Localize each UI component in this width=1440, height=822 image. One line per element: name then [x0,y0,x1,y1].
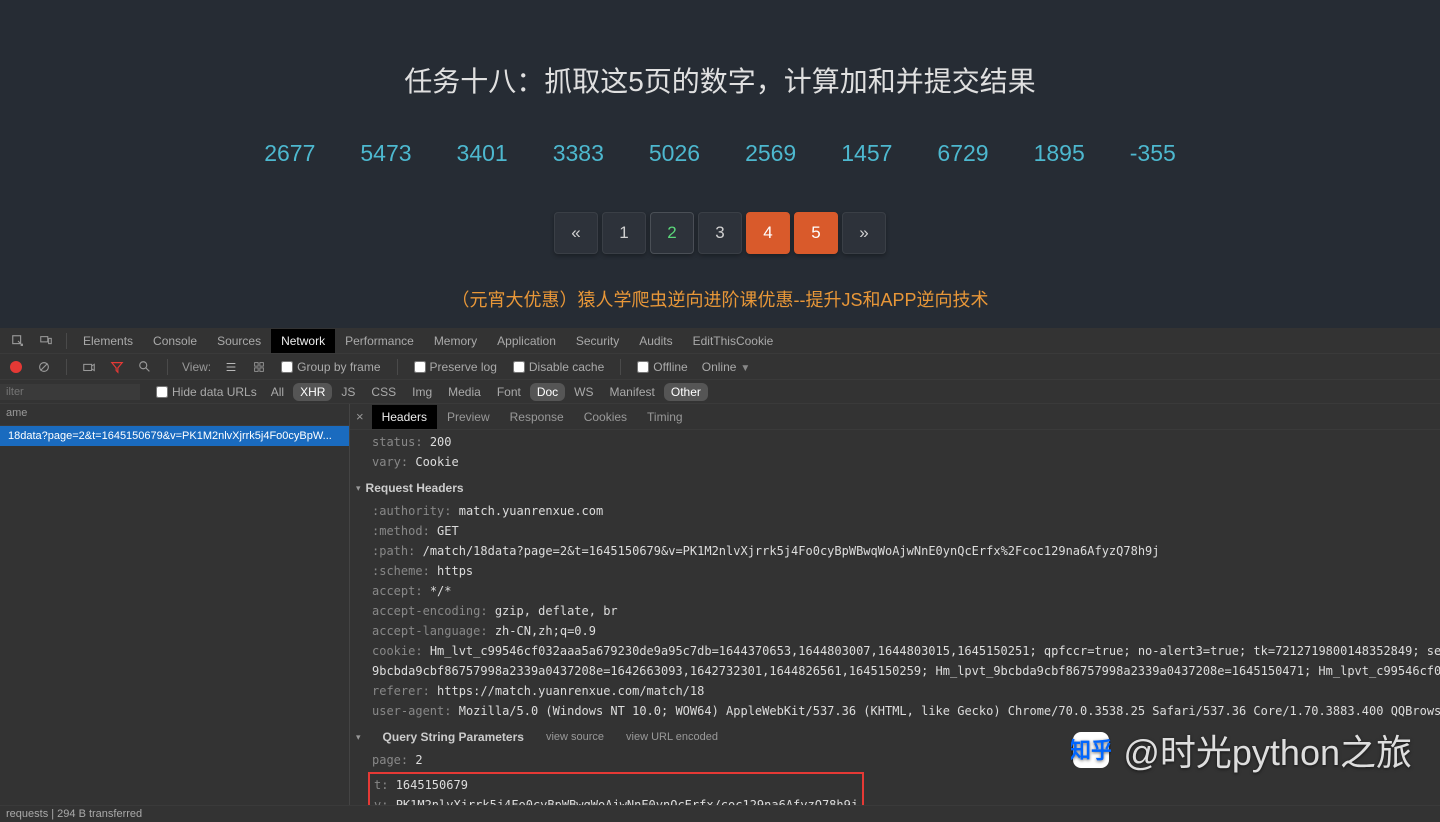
request-item[interactable]: 18data?page=2&t=1645150679&v=PK1M2nlvXjr… [0,426,349,446]
view-source-link[interactable]: view source [546,727,604,747]
filter-doc[interactable]: Doc [530,383,565,401]
number-item: 5473 [360,140,411,167]
pagination: « 1 2 3 4 5 » [0,212,1440,254]
separator [66,333,67,349]
network-toolbar: View: Group by frame Preserve log Disabl… [0,354,1440,380]
detail-tab-response[interactable]: Response [500,405,574,429]
page-5-button[interactable]: 5 [794,212,838,254]
number-item: 1895 [1034,140,1085,167]
filter-icon[interactable] [109,359,125,375]
header-line: :authority: match.yuanrenxue.com [360,501,1440,521]
tab-memory[interactable]: Memory [424,329,487,353]
devtools-panel: Elements Console Sources Network Perform… [0,328,1440,822]
devtools-tabbar: Elements Console Sources Network Perform… [0,328,1440,354]
header-line: accept-encoding: gzip, deflate, br [360,601,1440,621]
tab-performance[interactable]: Performance [335,329,424,353]
filter-manifest[interactable]: Manifest [603,383,662,401]
preserve-log-checkbox[interactable]: Preserve log [414,360,497,374]
request-headers-section[interactable]: Request Headers [356,478,1440,498]
page-2-button[interactable]: 2 [650,212,694,254]
filter-all[interactable]: All [264,383,291,401]
hide-data-urls-checkbox[interactable]: Hide data URLs [156,385,257,399]
header-line: :method: GET [360,521,1440,541]
header-line: :scheme: https [360,561,1440,581]
offline-checkbox[interactable]: Offline [637,360,687,374]
filter-input[interactable] [0,384,140,400]
header-line: 9bcbda9cbf86757998a2339a0437208e=1642663… [360,661,1440,681]
request-list-header: ame [0,404,349,426]
header-line: :path: /match/18data?page=2&t=1645150679… [360,541,1440,561]
search-icon[interactable] [137,359,153,375]
disable-cache-checkbox[interactable]: Disable cache [513,360,604,374]
numbers-row: 2677 5473 3401 3383 5026 2569 1457 6729 … [0,140,1440,167]
filter-css[interactable]: CSS [364,383,403,401]
separator [167,359,168,375]
tab-security[interactable]: Security [566,329,629,353]
filter-media[interactable]: Media [441,383,488,401]
separator [66,359,67,375]
number-item: 2569 [745,140,796,167]
clear-icon[interactable] [36,359,52,375]
filter-xhr[interactable]: XHR [293,383,332,401]
header-line: cookie: Hm_lvt_c99546cf032aaa5a679230de9… [360,641,1440,661]
header-line: accept: */* [360,581,1440,601]
page-next-button[interactable]: » [842,212,886,254]
detail-tab-cookies[interactable]: Cookies [574,405,637,429]
headers-content: status: 200 vary: Cookie Request Headers… [350,430,1440,805]
query-string-section[interactable]: Query String Parameters view source view… [356,727,1440,747]
filter-img[interactable]: Img [405,383,439,401]
detail-tab-timing[interactable]: Timing [637,405,693,429]
detail-tab-preview[interactable]: Preview [437,405,500,429]
inspect-icon[interactable] [10,333,26,349]
tab-sources[interactable]: Sources [207,329,271,353]
throttling-dropdown[interactable]: Online▼ [702,360,751,374]
header-line: referer: https://match.yuanrenxue.com/ma… [360,681,1440,701]
list-view-icon[interactable] [223,359,239,375]
filter-row: Hide data URLs All XHR JS CSS Img Media … [0,380,1440,404]
number-item: 6729 [937,140,988,167]
webpage-content: 任务十八：抓取这5页的数字，计算加和并提交结果 2677 5473 3401 3… [0,0,1440,328]
number-item: 5026 [649,140,700,167]
close-icon[interactable]: × [356,409,364,424]
status-bar: requests | 294 B transferred [0,805,1440,822]
number-item: 2677 [264,140,315,167]
number-item: -355 [1130,140,1176,167]
filter-ws[interactable]: WS [567,383,600,401]
header-line: accept-language: zh-CN,zh;q=0.9 [360,621,1440,641]
number-item: 3383 [553,140,604,167]
separator [620,359,621,375]
header-line: user-agent: Mozilla/5.0 (Windows NT 10.0… [360,701,1440,721]
detail-tabbar: × Headers Preview Response Cookies Timin… [350,404,1440,430]
grid-view-icon[interactable] [251,359,267,375]
detail-tab-headers[interactable]: Headers [372,405,437,429]
page-3-button[interactable]: 3 [698,212,742,254]
request-list: ame 18data?page=2&t=1645150679&v=PK1M2nl… [0,404,350,805]
tab-editthiscookie[interactable]: EditThisCookie [683,329,784,353]
number-item: 1457 [841,140,892,167]
view-label: View: [182,360,211,374]
page-4-button[interactable]: 4 [746,212,790,254]
tab-network[interactable]: Network [271,329,335,353]
page-prev-button[interactable]: « [554,212,598,254]
number-item: 3401 [457,140,508,167]
promo-link[interactable]: （元宵大优惠）猿人学爬虫逆向进阶课优惠--提升JS和APP逆向技术 [0,286,1440,312]
filter-font[interactable]: Font [490,383,528,401]
group-by-frame-checkbox[interactable]: Group by frame [281,360,380,374]
record-button[interactable] [10,361,22,373]
tab-application[interactable]: Application [487,329,566,353]
separator [397,359,398,375]
highlighted-params: t: 1645150679 v: PK1M2nlvXjrrk5j4Fo0cyBp… [368,772,864,805]
tab-elements[interactable]: Elements [73,329,143,353]
tab-audits[interactable]: Audits [629,329,682,353]
view-url-encoded-link[interactable]: view URL encoded [626,727,718,747]
filter-js[interactable]: JS [334,383,362,401]
device-icon[interactable] [38,333,54,349]
filter-other[interactable]: Other [664,383,708,401]
request-detail-pane: × Headers Preview Response Cookies Timin… [350,404,1440,805]
tab-console[interactable]: Console [143,329,207,353]
task-title: 任务十八：抓取这5页的数字，计算加和并提交结果 [0,60,1440,100]
page-1-button[interactable]: 1 [602,212,646,254]
camera-icon[interactable] [81,359,97,375]
